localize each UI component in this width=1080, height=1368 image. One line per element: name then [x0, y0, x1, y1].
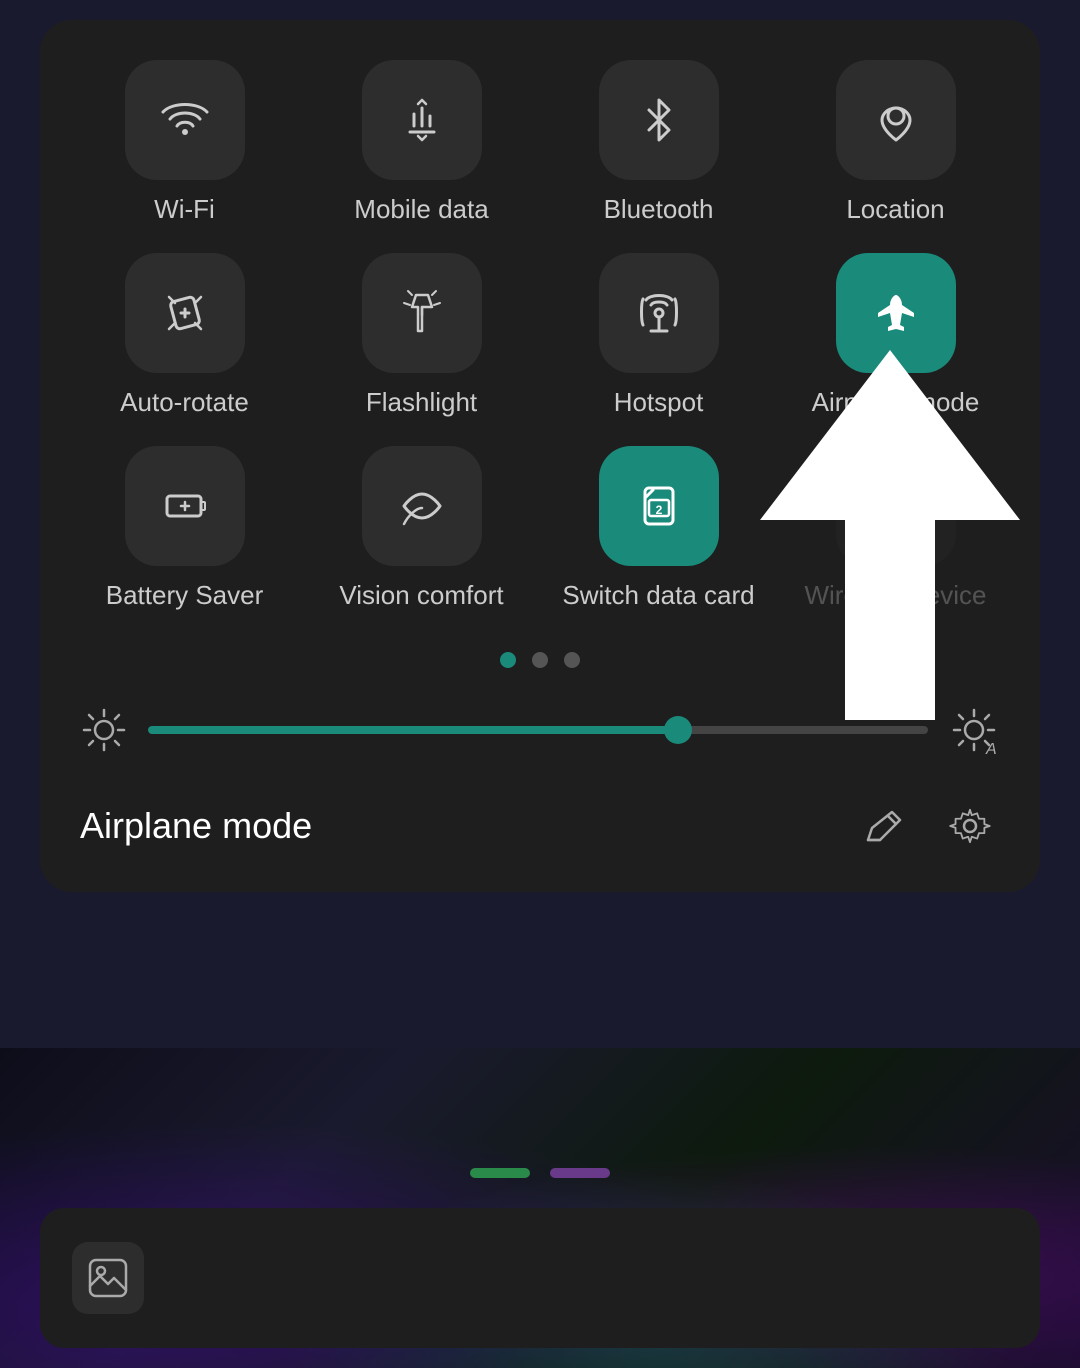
status-icons [852, 796, 1000, 856]
qs-battery-saver[interactable]: Battery Saver [76, 446, 293, 611]
flashlight-label: Flashlight [366, 387, 477, 418]
brightness-fill [148, 726, 678, 734]
wifi-label: Wi-Fi [154, 194, 215, 225]
qs-hotspot[interactable]: Hotspot [550, 253, 767, 418]
qs-mobile-data[interactable]: Mobile data [313, 60, 530, 225]
vision-comfort-icon-wrap [362, 446, 482, 566]
active-mode-label: Airplane mode [80, 805, 312, 847]
brightness-track [148, 726, 928, 734]
pagination-dot-1[interactable] [500, 652, 516, 668]
pagination-dot-3[interactable] [564, 652, 580, 668]
vision-comfort-label: Vision comfort [339, 580, 503, 611]
arrow-overlay [760, 340, 1020, 720]
location-icon-wrap [836, 60, 956, 180]
qs-bluetooth[interactable]: Bluetooth [550, 60, 767, 225]
gallery-icon-wrap [72, 1242, 144, 1314]
location-icon [870, 94, 922, 146]
brightness-low-icon [80, 706, 128, 754]
status-bar-row: Airplane mode [76, 796, 1004, 856]
hotspot-icon [633, 287, 685, 339]
mobile-data-icon-wrap [362, 60, 482, 180]
mobile-data-label: Mobile data [354, 194, 488, 225]
edit-button[interactable] [852, 796, 912, 856]
mobile-data-icon [396, 94, 448, 146]
qs-wifi[interactable]: Wi-Fi [76, 60, 293, 225]
battery-saver-icon [159, 480, 211, 532]
settings-button[interactable] [940, 796, 1000, 856]
hotspot-icon-wrap [599, 253, 719, 373]
battery-saver-icon-wrap [125, 446, 245, 566]
svg-text:2: 2 [655, 503, 662, 517]
battery-saver-label: Battery Saver [106, 580, 264, 611]
bluetooth-icon [633, 94, 685, 146]
bluetooth-label: Bluetooth [604, 194, 714, 225]
switch-data-card-icon-wrap: 2 [599, 446, 719, 566]
qs-flashlight[interactable]: Flashlight [313, 253, 530, 418]
bluetooth-icon-wrap [599, 60, 719, 180]
qs-vision-comfort[interactable]: Vision comfort [313, 446, 530, 611]
flashlight-icon [396, 287, 448, 339]
auto-rotate-icon [159, 287, 211, 339]
qs-switch-data-card[interactable]: 2 Switch data card [550, 446, 767, 611]
switch-data-card-label: Switch data card [562, 580, 754, 611]
auto-rotate-label: Auto-rotate [120, 387, 249, 418]
airplane-icon [870, 287, 922, 339]
pagination-dot-2[interactable] [532, 652, 548, 668]
wifi-icon-wrap [125, 60, 245, 180]
location-label: Location [846, 194, 944, 225]
hotspot-label: Hotspot [614, 387, 704, 418]
brightness-thumb [664, 716, 692, 744]
qs-location[interactable]: Location [787, 60, 1004, 225]
nav-indicators [40, 1168, 1040, 1178]
vision-comfort-icon [396, 480, 448, 532]
nav-indicator-green [470, 1168, 530, 1178]
qs-auto-rotate[interactable]: Auto-rotate [76, 253, 293, 418]
gallery-bar[interactable] [40, 1208, 1040, 1348]
sim-card-icon: 2 [633, 480, 685, 532]
auto-rotate-icon-wrap [125, 253, 245, 373]
brightness-slider[interactable] [148, 724, 928, 736]
wifi-icon [159, 94, 211, 146]
svg-text:A: A [985, 741, 997, 756]
nav-indicator-purple [550, 1168, 610, 1178]
gallery-icon [86, 1256, 130, 1300]
flashlight-icon-wrap [362, 253, 482, 373]
